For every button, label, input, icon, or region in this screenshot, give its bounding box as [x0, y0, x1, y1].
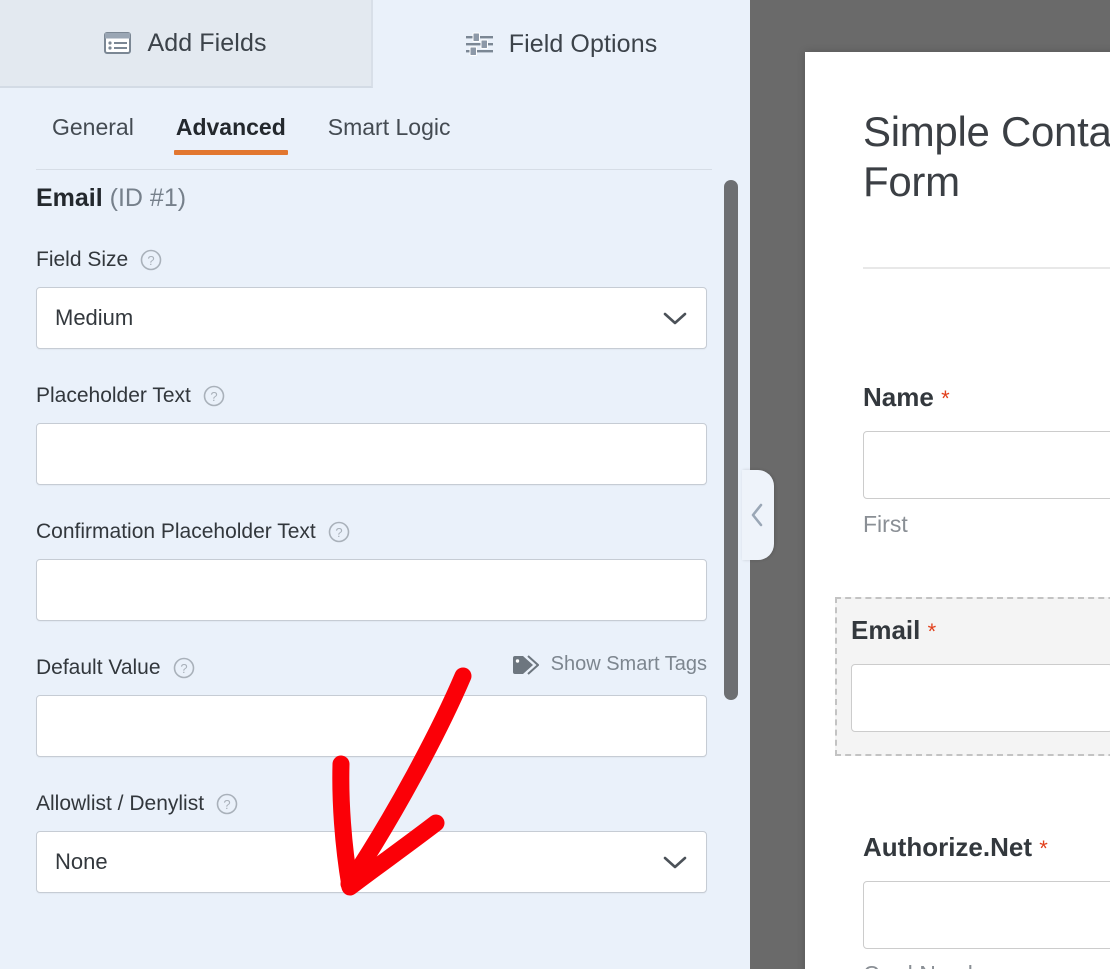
show-smart-tags-label: Show Smart Tags — [550, 653, 707, 675]
preview-field-email[interactable]: Email * — [835, 597, 1110, 756]
placeholder-text-input[interactable] — [36, 423, 707, 485]
preview-field-name-text: Name — [863, 382, 934, 412]
option-default-value-label: Default Value — [36, 656, 161, 679]
show-smart-tags-button[interactable]: Show Smart Tags — [511, 653, 707, 676]
options-subtab-bar: General Advanced Smart Logic — [0, 88, 750, 170]
collapse-panel-handle[interactable] — [742, 470, 774, 560]
option-placeholder-labelrow: Placeholder Text ? — [36, 381, 707, 411]
subtab-smart-logic-label: Smart Logic — [327, 113, 451, 140]
tab-add-fields[interactable]: Add Fields — [0, 0, 373, 88]
tab-field-options[interactable]: Field Options — [373, 0, 750, 88]
option-placeholder-text: Placeholder Text ? — [36, 381, 707, 485]
preview-email-input[interactable] — [851, 664, 1110, 732]
option-field-size-label: Field Size — [36, 248, 129, 271]
form-builder-panel: Add Fields Field Options General Advance… — [0, 0, 750, 969]
title-divider — [863, 267, 1110, 269]
option-confirmation-placeholder-text: Confirmation Placeholder Text ? — [36, 517, 707, 621]
sliders-icon — [465, 32, 493, 56]
page-title: Simple Contact Form — [863, 108, 1110, 205]
preview-field-authorize-net[interactable]: Authorize.Net * Card Number — [849, 832, 1110, 969]
form-preview-area: Simple Contact Form Name * First Email * — [750, 0, 1110, 969]
chevron-down-icon — [663, 856, 687, 869]
option-confirmation-placeholder-labelrow: Confirmation Placeholder Text ? — [36, 517, 707, 547]
subtab-smart-logic[interactable]: Smart Logic — [328, 114, 451, 155]
preview-field-name-label: Name * — [863, 382, 1110, 413]
field-heading-name: Email — [36, 184, 103, 212]
preview-field-authorize-net-text: Authorize.Net — [863, 832, 1032, 862]
required-asterisk: * — [941, 386, 950, 411]
preview-name-sublabel: First — [863, 511, 908, 537]
option-allowlist-labelrow: Allowlist / Denylist ? — [36, 789, 707, 819]
confirmation-placeholder-input[interactable] — [36, 559, 707, 621]
help-icon[interactable]: ? — [173, 657, 195, 679]
svg-text:?: ? — [223, 797, 230, 812]
preview-field-email-text: Email — [851, 615, 921, 645]
list-icon — [104, 32, 132, 54]
allowlist-denylist-value: None — [55, 849, 108, 874]
default-value-input[interactable] — [36, 695, 707, 757]
help-icon[interactable]: ? — [140, 249, 162, 271]
option-default-value-labelrow: Default Value ? Show Smart Tags — [36, 653, 707, 683]
subtab-general-label: General — [52, 113, 134, 140]
tab-add-fields-label: Add Fields — [147, 28, 267, 57]
tab-field-options-label: Field Options — [508, 29, 658, 58]
preview-card-number-sublabel: Card Number — [863, 961, 1110, 969]
subtab-general[interactable]: General — [52, 114, 134, 155]
subtab-advanced[interactable]: Advanced — [173, 113, 288, 155]
field-options-scroll-area[interactable]: Email (ID #1) Field Size ? Medium Placeh… — [0, 170, 750, 969]
preview-field-name[interactable]: Name * First — [849, 382, 1110, 538]
preview-field-email-label: Email * — [851, 615, 1110, 646]
field-size-value: Medium — [55, 305, 134, 330]
option-default-value: Default Value ? Show Smart Tags — [36, 653, 707, 757]
form-preview-card: Simple Contact Form Name * First Email * — [805, 52, 1110, 969]
required-asterisk: * — [927, 619, 937, 644]
allowlist-denylist-select[interactable]: None — [36, 831, 707, 893]
field-size-select[interactable]: Medium — [36, 287, 707, 349]
subtab-advanced-label: Advanced — [175, 113, 286, 140]
help-icon[interactable]: ? — [328, 521, 350, 543]
option-allowlist-label: Allowlist / Denylist — [36, 792, 205, 815]
screen-root: Add Fields Field Options General Advance… — [0, 0, 1110, 969]
svg-text:?: ? — [180, 661, 187, 676]
option-placeholder-label: Placeholder Text — [36, 384, 191, 407]
chevron-left-icon — [751, 503, 763, 527]
option-field-size-labelrow: Field Size ? — [36, 245, 707, 275]
builder-tab-bar: Add Fields Field Options — [0, 0, 750, 88]
preview-field-authorize-net-label: Authorize.Net * — [863, 832, 1110, 863]
required-asterisk: * — [1039, 836, 1048, 861]
svg-text:?: ? — [335, 525, 342, 540]
tag-icon — [512, 654, 539, 675]
field-heading-id: (ID #1) — [109, 184, 187, 212]
option-field-size: Field Size ? Medium — [36, 245, 707, 349]
chevron-down-icon — [663, 312, 687, 325]
preview-card-number-input[interactable] — [863, 881, 1110, 949]
svg-text:?: ? — [210, 389, 217, 404]
field-heading: Email (ID #1) — [36, 184, 750, 213]
option-allowlist-denylist: Allowlist / Denylist ? None — [36, 789, 707, 893]
svg-text:?: ? — [148, 253, 155, 268]
preview-name-input[interactable] — [863, 431, 1110, 499]
help-icon[interactable]: ? — [216, 793, 238, 815]
help-icon[interactable]: ? — [203, 385, 225, 407]
option-confirmation-placeholder-label: Confirmation Placeholder Text — [36, 520, 316, 543]
options-scrollbar-thumb[interactable] — [724, 180, 738, 700]
